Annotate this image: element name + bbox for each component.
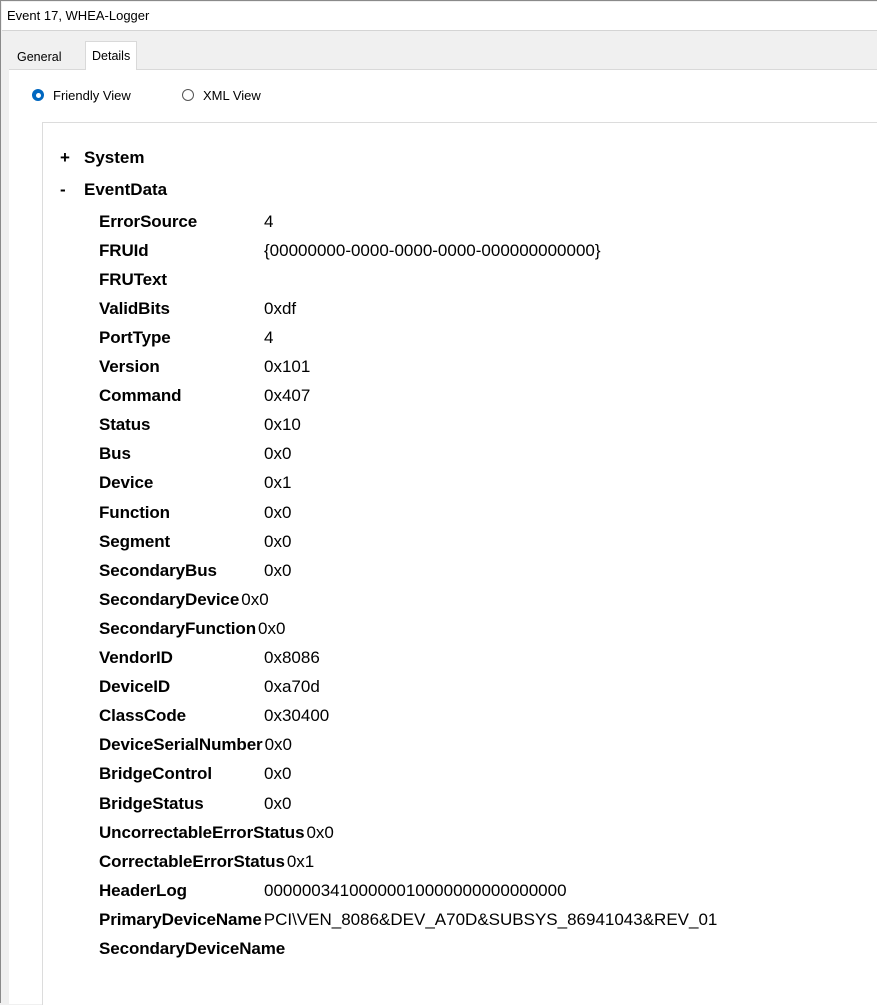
tree-node-system[interactable]: + System bbox=[60, 148, 144, 168]
event-data-value: 0x0 bbox=[241, 589, 269, 609]
event-data-key: PortType bbox=[99, 327, 171, 347]
event-data-value: 0x0 bbox=[264, 735, 292, 755]
tab-details[interactable]: Details bbox=[85, 41, 138, 71]
event-data-row: VendorID 0x8086 bbox=[99, 644, 320, 673]
event-data-row: HeaderLog 0000003410000001000000000000000… bbox=[99, 876, 567, 905]
event-data-row: BridgeControl 0x0 bbox=[99, 760, 291, 789]
event-data-value: 00000034100000010000000000000000 bbox=[264, 880, 567, 900]
event-data-value: 0x0 bbox=[264, 560, 292, 580]
event-data-key: HeaderLog bbox=[99, 880, 187, 900]
event-data-row: Segment 0x0 bbox=[99, 527, 291, 556]
event-data-value: 0x1 bbox=[264, 473, 292, 493]
event-data-row: Function 0x0 bbox=[99, 498, 291, 527]
event-data-row: SecondaryFunction 0x0 bbox=[99, 614, 285, 643]
event-data-value: 0x0 bbox=[264, 793, 292, 813]
event-data-value: PCI\VEN_8086&DEV_A70D&SUBSYS_86941043&RE… bbox=[263, 909, 718, 929]
event-data-key: BridgeStatus bbox=[99, 793, 204, 813]
event-data-key: SecondaryBus bbox=[99, 560, 217, 580]
event-data-row: DeviceSerialNumber 0x0 bbox=[99, 731, 292, 760]
event-data-key: Command bbox=[99, 386, 182, 406]
event-data-value: 0x30400 bbox=[264, 706, 330, 726]
friendly-view-radio[interactable]: Friendly View bbox=[32, 86, 131, 104]
event-data-key: ClassCode bbox=[99, 706, 186, 726]
event-data-key: SecondaryDeviceName bbox=[99, 939, 286, 958]
event-data-value: 0x0 bbox=[264, 444, 292, 464]
event-data-key: CorrectableErrorStatus bbox=[99, 851, 285, 871]
collapse-icon[interactable]: - bbox=[60, 180, 84, 200]
event-data-key: ErrorSource bbox=[99, 211, 198, 231]
xml-view-radio[interactable]: XML View bbox=[182, 86, 261, 104]
event-data-key: Segment bbox=[99, 531, 171, 551]
event-data-key: ValidBits bbox=[99, 298, 170, 318]
event-data-key: Bus bbox=[99, 444, 131, 464]
event-data-value: 0x10 bbox=[264, 415, 301, 435]
event-data-row: Version 0x101 bbox=[99, 353, 310, 382]
event-data-row: FRUId {00000000-0000-0000-0000-0000000000… bbox=[99, 236, 601, 265]
event-data-key: Device bbox=[99, 473, 154, 493]
event-data-key: FRUText bbox=[99, 269, 167, 289]
event-data-value: 0xa70d bbox=[264, 677, 320, 697]
window-title: Event 17, WHEA-Logger bbox=[7, 8, 150, 23]
event-data-value: 0x8086 bbox=[264, 648, 320, 667]
event-data-row: Device 0x1 bbox=[99, 469, 291, 498]
event-data-row: SecondaryBus 0x0 bbox=[99, 556, 291, 585]
event-data-key: FRUId bbox=[99, 240, 149, 260]
event-data-row: CorrectableErrorStatus 0x1 bbox=[99, 847, 314, 876]
event-data-value: 0x0 bbox=[258, 618, 286, 638]
tree-node-label: EventData bbox=[84, 180, 168, 199]
event-data-row: Bus 0x0 bbox=[99, 440, 291, 469]
event-data-row: SecondaryDeviceName bbox=[99, 935, 285, 964]
radio-unchecked-icon bbox=[182, 89, 194, 101]
event-data-row: FRUText bbox=[99, 265, 264, 294]
tree-node-eventdata[interactable]: - EventData bbox=[60, 180, 167, 200]
event-data-row: Status 0x10 bbox=[99, 411, 301, 440]
event-data-key: VendorID bbox=[99, 648, 173, 667]
event-data-row: ValidBits 0xdf bbox=[99, 294, 296, 323]
tree-node-label: System bbox=[84, 148, 145, 167]
event-data-key: UncorrectableErrorStatus bbox=[99, 822, 305, 842]
friendly-view-label: Friendly View bbox=[53, 87, 131, 103]
event-data-value: 0x0 bbox=[264, 502, 292, 522]
event-data-value: 4 bbox=[264, 211, 274, 231]
event-data-row: UncorrectableErrorStatus 0x0 bbox=[99, 818, 334, 847]
event-data-key: DeviceID bbox=[99, 677, 171, 697]
event-data-value: 0x407 bbox=[264, 386, 311, 406]
event-data-key: Status bbox=[99, 415, 151, 435]
event-data-value: {00000000-0000-0000-0000-000000000000} bbox=[264, 240, 601, 260]
event-data-key: SecondaryFunction bbox=[99, 618, 256, 638]
event-data-row: PrimaryDeviceName PCI\VEN_8086&DEV_A70D&S… bbox=[99, 905, 717, 934]
tab-general[interactable]: General bbox=[14, 45, 64, 69]
event-data-key: BridgeControl bbox=[99, 764, 212, 784]
event-data-key: SecondaryDevice bbox=[99, 589, 240, 609]
event-data-key: PrimaryDeviceName bbox=[99, 909, 262, 929]
event-data-value: 0x0 bbox=[264, 531, 292, 551]
event-properties-window: Event 17, WHEA-Logger General Details Fr… bbox=[0, 0, 877, 1005]
event-data-row: ClassCode 0x30400 bbox=[99, 702, 329, 731]
event-data-row: BridgeStatus 0x0 bbox=[99, 789, 291, 818]
radio-checked-icon bbox=[32, 89, 44, 101]
event-data-key: DeviceSerialNumber bbox=[99, 735, 263, 755]
event-data-value: 0xdf bbox=[264, 298, 297, 318]
event-data-row: SecondaryDevice 0x0 bbox=[99, 585, 269, 614]
event-data-value: 0x0 bbox=[306, 822, 334, 842]
event-data-row: PortType 4 bbox=[99, 323, 273, 352]
event-data-key: Function bbox=[99, 502, 170, 522]
event-data-value: 0x1 bbox=[286, 851, 315, 871]
expand-icon[interactable]: + bbox=[60, 148, 84, 168]
xml-view-label: XML View bbox=[203, 87, 261, 103]
event-data-key: Version bbox=[99, 357, 160, 376]
event-data-row: Command 0x407 bbox=[99, 382, 310, 411]
title-bar: Event 17, WHEA-Logger bbox=[2, 2, 877, 31]
event-data-value: 4 bbox=[264, 327, 274, 347]
event-data-value: 0x101 bbox=[264, 357, 311, 376]
event-data-value: 0x0 bbox=[264, 764, 292, 784]
event-data-row: DeviceID 0xa70d bbox=[99, 673, 320, 702]
event-data-row: ErrorSource 4 bbox=[99, 207, 273, 236]
